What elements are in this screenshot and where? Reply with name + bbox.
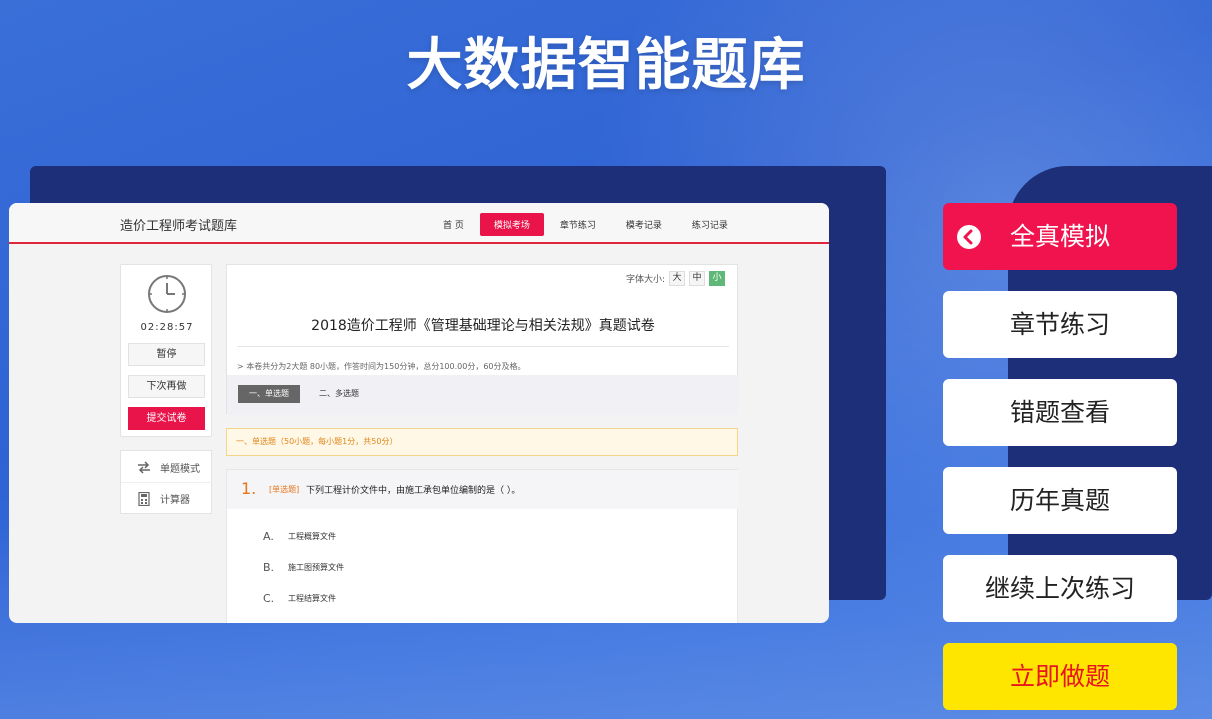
option-text: 工程概算文件	[288, 532, 336, 541]
exam-title: 2018造价工程师《管理基础理论与相关法规》真题试卷	[311, 318, 655, 334]
wrong-questions-button[interactable]: 错题查看	[943, 379, 1177, 446]
question-number: 1.	[241, 479, 257, 498]
option-b[interactable]: B. 施工图预算文件	[263, 561, 344, 574]
tab-single-choice[interactable]: 一、单选题	[238, 385, 300, 403]
font-size-control: 字体大小: 大 中 小	[626, 271, 725, 286]
divider	[237, 346, 729, 347]
option-letter: A.	[263, 530, 274, 543]
single-mode-label: 单题模式	[160, 463, 200, 475]
timer-panel: 02:28:57 暂停 下次再做 提交试卷	[120, 264, 212, 437]
option-text: 施工图预算文件	[288, 563, 344, 572]
nav-practice-records[interactable]: 练习记录	[678, 213, 742, 236]
option-a[interactable]: A. 工程概算文件	[263, 530, 336, 543]
swap-icon	[138, 461, 150, 474]
exam-info: > 本卷共分为2大题 80小题，作答时间为150分钟，总分100.00分，60分…	[237, 362, 526, 371]
nav-home[interactable]: 首 页	[429, 213, 478, 236]
single-mode-tool[interactable]: 单题模式	[121, 452, 213, 483]
app-topbar: 造价工程师考试题库 首 页 模拟考场 章节练习 模考记录 练习记录	[9, 203, 829, 244]
nav-mock-exam[interactable]: 模拟考场	[479, 213, 544, 236]
question-type: [单选题]	[269, 485, 300, 494]
countdown-timer: 02:28:57	[140, 322, 194, 333]
question-header: 1. [单选题] 下列工程计价文件中，由施工承包单位编制的是（ ）。	[227, 470, 739, 509]
full-mock-label: 全真模拟	[1009, 222, 1110, 251]
chevron-left-icon	[957, 225, 981, 249]
full-mock-button[interactable]: 全真模拟	[943, 203, 1177, 270]
hero-title: 大数据智能题库	[406, 33, 806, 98]
app-brand: 造价工程师考试题库	[120, 219, 238, 234]
font-size-label: 字体大小:	[625, 275, 665, 285]
tab-multiple-choice[interactable]: 二、多选题	[319, 385, 359, 403]
question-type-tabs: 一、单选题 二、多选题	[227, 375, 739, 415]
font-large-button[interactable]: 大	[669, 271, 685, 286]
start-now-button[interactable]: 立即做题	[943, 643, 1177, 710]
calculator-tool[interactable]: 计算器	[121, 483, 213, 514]
app-nav: 首 页 模拟考场 章节练习 模考记录 练习记录	[429, 213, 744, 236]
section-notice: 一、单选题（50小题，每小题1分，共50分）	[226, 428, 738, 456]
continue-practice-button[interactable]: 继续上次练习	[943, 555, 1177, 622]
chapter-practice-button[interactable]: 章节练习	[943, 291, 1177, 358]
font-small-button[interactable]: 小	[709, 271, 725, 286]
app-screenshot-card: 造价工程师考试题库 首 页 模拟考场 章节练习 模考记录 练习记录 02:28:…	[9, 203, 829, 623]
pause-button[interactable]: 暂停	[128, 343, 205, 366]
calculator-label: 计算器	[160, 495, 190, 506]
question-text: 下列工程计价文件中，由施工承包单位编制的是（ ）。	[306, 486, 521, 496]
exam-header: 字体大小: 大 中 小 2018造价工程师《管理基础理论与相关法规》真题试卷 >…	[226, 264, 739, 415]
tools-panel: 单题模式 计算器	[120, 450, 213, 514]
past-papers-button[interactable]: 历年真题	[943, 467, 1177, 534]
option-letter: B.	[263, 561, 275, 574]
calculator-icon	[138, 491, 150, 506]
submit-exam-button[interactable]: 提交试卷	[128, 407, 205, 430]
question-card: 1. [单选题] 下列工程计价文件中，由施工承包单位编制的是（ ）。 A. 工程…	[226, 469, 739, 623]
nav-chapter[interactable]: 章节练习	[546, 213, 610, 236]
option-text: 工程结算文件	[288, 594, 336, 603]
option-letter: C.	[263, 592, 275, 605]
do-later-button[interactable]: 下次再做	[128, 375, 205, 398]
nav-mock-records[interactable]: 模考记录	[612, 213, 676, 236]
clock-icon	[148, 275, 186, 313]
font-medium-button[interactable]: 中	[689, 271, 705, 286]
option-c[interactable]: C. 工程结算文件	[263, 592, 336, 605]
